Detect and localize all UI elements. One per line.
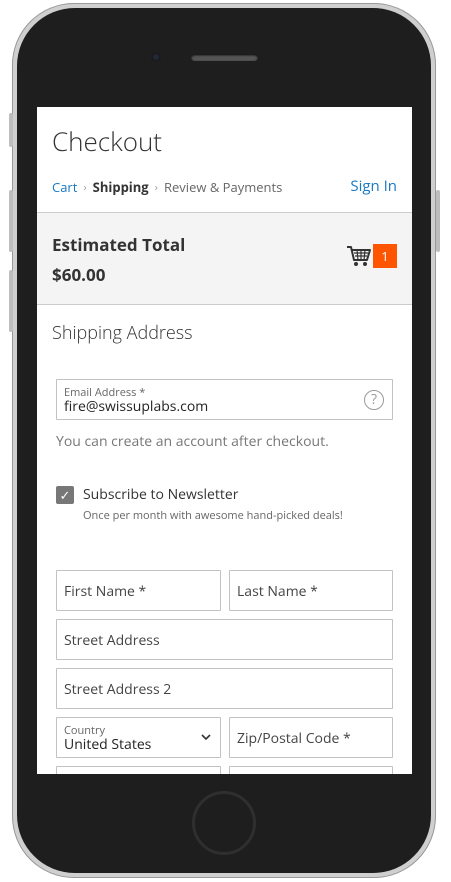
street-address-placeholder: Street Address xyxy=(64,631,160,650)
chevron-down-icon xyxy=(201,734,211,741)
breadcrumb-separator: › xyxy=(83,179,87,195)
first-name-placeholder: First Name * xyxy=(64,582,147,601)
front-camera xyxy=(151,52,161,62)
country-select[interactable]: Country United States xyxy=(56,717,221,758)
home-button[interactable] xyxy=(192,791,256,855)
zip-code-placeholder: Zip/Postal Code * xyxy=(237,729,351,748)
estimated-total-bar[interactable]: Estimated Total $60.00 1 xyxy=(37,212,412,305)
first-name-field[interactable]: First Name * xyxy=(56,570,221,611)
breadcrumb: Cart › Shipping › Review & Payments xyxy=(52,178,282,196)
cart-count-badge[interactable]: 1 xyxy=(373,244,397,268)
zip-code-field[interactable]: Zip/Postal Code * xyxy=(229,717,393,758)
street-address-field[interactable]: Street Address xyxy=(56,619,393,660)
shipping-address-title: Shipping Address xyxy=(52,321,193,345)
country-value: United States xyxy=(64,735,152,754)
last-name-field[interactable]: Last Name * xyxy=(229,570,393,611)
earpiece-speaker xyxy=(191,54,258,61)
shopping-cart-icon[interactable] xyxy=(346,243,372,269)
next-field-right[interactable] xyxy=(229,766,393,774)
breadcrumb-shipping: Shipping xyxy=(92,178,149,196)
breadcrumb-review: Review & Payments xyxy=(163,178,283,196)
volume-up-button xyxy=(9,190,13,252)
phone-screen: Checkout Cart › Shipping › Review & Paym… xyxy=(37,107,412,774)
street-address-2-placeholder: Street Address 2 xyxy=(64,680,172,699)
newsletter-note: Once per month with awesome hand-picked … xyxy=(83,508,343,523)
mute-switch xyxy=(9,113,13,147)
account-hint: You can create an account after checkout… xyxy=(56,432,329,451)
estimated-total-label: Estimated Total xyxy=(52,233,186,256)
email-field[interactable]: Email Address * fire@swissuplabs.com ? xyxy=(56,379,393,420)
newsletter-checkbox[interactable]: ✓ xyxy=(56,486,74,504)
page-title: Checkout xyxy=(52,123,162,159)
breadcrumb-separator: › xyxy=(154,179,158,195)
breadcrumb-cart-link[interactable]: Cart xyxy=(52,178,77,196)
sign-in-link[interactable]: Sign In xyxy=(350,176,397,196)
email-field-value: fire@swissuplabs.com xyxy=(64,397,209,416)
estimated-total-value: $60.00 xyxy=(52,263,106,286)
last-name-placeholder: Last Name * xyxy=(237,582,318,601)
newsletter-label[interactable]: Subscribe to Newsletter xyxy=(83,485,238,504)
next-field-left[interactable] xyxy=(56,766,221,774)
street-address-2-field[interactable]: Street Address 2 xyxy=(56,668,393,709)
power-button xyxy=(436,190,440,252)
volume-down-button xyxy=(9,270,13,332)
help-icon[interactable]: ? xyxy=(364,390,384,410)
